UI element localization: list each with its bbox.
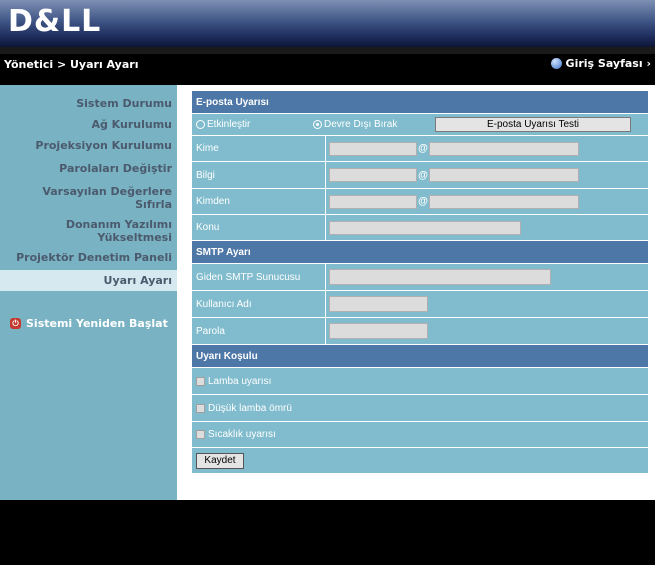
email-from-domain-input[interactable] [429,194,579,209]
email-test-cell: E-posta Uyarısı Testi [432,114,648,135]
email-subject-label: Konu [192,215,326,240]
low-lamp-checkbox[interactable] [196,403,205,413]
sidebar-item-system-status[interactable]: Sistem Durumu [76,97,172,110]
globe-icon [550,58,562,69]
home-link[interactable]: Giriş Sayfası › [550,57,651,70]
email-cc-user-input[interactable] [329,168,417,182]
sidebar: Sistem Durumu Ağ Kurulumu Projeksiyon Ku… [0,85,177,500]
dell-logo: D&LL [8,4,102,39]
email-from-user-input[interactable] [329,194,417,209]
temp-warning-checkbox[interactable] [196,430,205,439]
email-subject-input[interactable] [329,220,521,235]
email-from-at: @ [418,196,428,207]
radio-enable[interactable]: Etkinleştir [192,114,309,135]
email-cc-fields: @ [326,162,648,188]
email-to-domain-input[interactable] [429,141,579,156]
breadcrumb: Yönetici > Uyarı Ayarı [4,58,139,71]
email-cc-domain-input[interactable] [429,168,579,182]
radio-enable-label: Etkinleştir [207,119,251,130]
top-navbar: Yönetici > Uyarı Ayarı Giriş Sayfası › [0,54,655,76]
smtp-password-fields [326,318,648,344]
header-banner: D&LL [0,0,655,47]
smtp-section-header: SMTP Ayarı [192,241,648,264]
sidebar-item-alert-settings[interactable]: Uyarı Ayarı [104,274,172,287]
sidebar-item-change-passwords[interactable]: Parolaları Değiştir [59,162,172,175]
email-to-label: Kime [192,136,326,161]
save-cell: Kaydet [192,448,648,473]
radio-disable-label: Devre Dışı Bırak [324,119,398,130]
smtp-user-fields [326,291,648,317]
smtp-user-input[interactable] [329,296,428,312]
radio-disable[interactable]: Devre Dışı Bırak [309,114,432,135]
low-lamp-option[interactable]: Düşük lamba ömrü [192,395,648,421]
save-row: Kaydet [192,448,648,474]
smtp-server-label: Giden SMTP Sunucusu [192,264,326,290]
sidebar-item-network-setup[interactable]: Ağ Kurulumu [91,118,172,131]
sidebar-item-projection-setup[interactable]: Projeksiyon Kurulumu [35,139,172,152]
temp-warning-row: Sıcaklık uyarısı [192,422,648,448]
email-subject-row: Konu [192,215,648,241]
restart-system-link[interactable]: ⏻ Sistemi Yeniden Başlat [10,317,168,330]
email-from-label: Kimden [192,189,326,214]
email-enable-row: Etkinleştir Devre Dışı Bırak E-posta Uya… [192,114,648,136]
smtp-password-label: Parola [192,318,326,344]
smtp-password-row: Parola [192,318,648,345]
lamp-warning-option[interactable]: Lamba uyarısı [192,368,648,394]
header-divider [0,47,655,54]
email-from-row: Kimden @ [192,189,648,215]
sidebar-item-firmware-update[interactable]: Donanım Yazılımı Yükseltmesi [52,218,172,244]
email-cc-row: Bilgi @ [192,162,648,189]
home-link-label: Giriş Sayfası › [565,57,651,70]
email-section-header: E-posta Uyarısı [192,91,648,114]
smtp-server-input[interactable] [329,269,551,285]
smtp-server-row: Giden SMTP Sunucusu [192,264,648,291]
radio-disable-icon[interactable] [313,120,322,129]
save-button[interactable]: Kaydet [196,452,244,469]
email-subject-fields [326,215,648,240]
restart-label: Sistemi Yeniden Başlat [26,317,168,330]
lamp-warning-label: Lamba uyarısı [208,375,272,387]
email-to-fields: @ [326,136,648,161]
main-content: E-posta Uyarısı Etkinleştir Devre Dışı B… [177,85,655,500]
power-icon: ⏻ [10,318,21,329]
radio-enable-icon[interactable] [196,120,205,129]
email-to-row: Kime @ [192,136,648,162]
smtp-server-fields [326,264,648,290]
sidebar-item-control-panel[interactable]: Projektör Denetim Paneli [16,251,172,264]
email-cc-at: @ [418,169,428,181]
temp-warning-option[interactable]: Sıcaklık uyarısı [192,422,648,447]
email-from-fields: @ [326,189,648,214]
alert-settings-form: E-posta Uyarısı Etkinleştir Devre Dışı B… [192,91,648,474]
sidebar-item-factory-reset[interactable]: Varsayılan Değerlere Sıfırla [32,185,172,211]
conditions-section-header: Uyarı Koşulu [192,345,648,368]
low-lamp-row: Düşük lamba ömrü [192,395,648,422]
email-cc-label: Bilgi [192,162,326,188]
smtp-user-row: Kullanıcı Adı [192,291,648,318]
lamp-warning-row: Lamba uyarısı [192,368,648,395]
temp-warning-label: Sıcaklık uyarısı [208,429,276,440]
lamp-warning-checkbox[interactable] [196,376,205,386]
smtp-user-label: Kullanıcı Adı [192,291,326,317]
low-lamp-label: Düşük lamba ömrü [208,402,292,414]
email-test-button[interactable]: E-posta Uyarısı Testi [435,117,631,132]
smtp-password-input[interactable] [329,323,428,339]
email-to-at: @ [418,143,428,154]
email-to-user-input[interactable] [329,141,417,156]
